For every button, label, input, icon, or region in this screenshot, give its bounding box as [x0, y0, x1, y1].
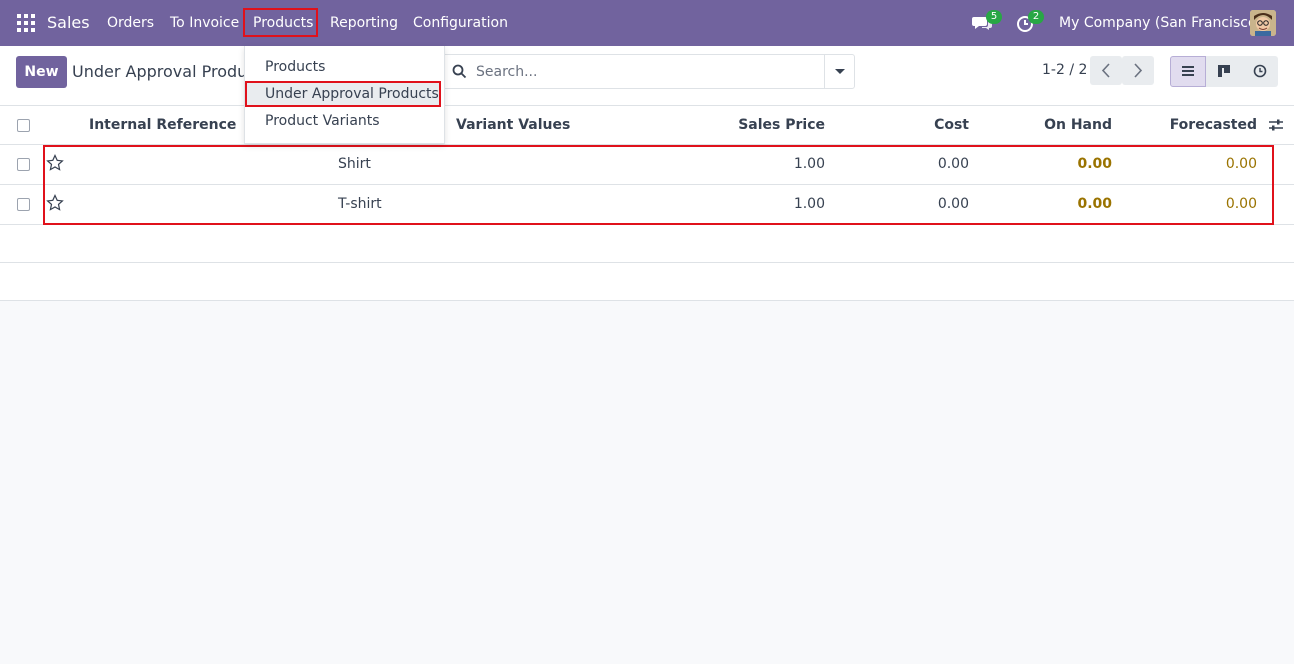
optional-columns-icon[interactable] — [1268, 118, 1284, 132]
menu-reporting[interactable]: Reporting — [330, 0, 398, 46]
pager-previous-button[interactable] — [1090, 56, 1122, 85]
row-checkbox[interactable] — [17, 198, 30, 211]
kanban-icon — [1218, 65, 1230, 77]
menu-orders[interactable]: Orders — [107, 0, 154, 46]
under-approval-highlight-box — [245, 81, 441, 107]
page-title: Under Approval Products — [72, 62, 250, 81]
search-input[interactable]: Search... — [476, 64, 537, 80]
menu-configuration[interactable]: Configuration — [413, 0, 508, 46]
company-switcher[interactable]: My Company (San Francisco) — [1059, 0, 1262, 46]
activity-view-button[interactable] — [1242, 56, 1278, 87]
select-all-checkbox[interactable] — [17, 119, 30, 132]
menu-to-invoice[interactable]: To Invoice — [170, 0, 239, 46]
dropdown-item-product-variants[interactable]: Product Variants — [265, 113, 380, 129]
pager-value[interactable]: 1-2 / 2 — [1042, 62, 1087, 78]
column-internal-reference[interactable]: Internal Reference — [89, 117, 236, 133]
column-forecasted[interactable]: Forecasted — [1170, 117, 1257, 133]
messages-badge: 5 — [986, 10, 1002, 24]
empty-row — [0, 225, 1294, 263]
top-navbar: Sales Orders To Invoice Products Reporti… — [0, 0, 1294, 46]
column-sales-price[interactable]: Sales Price — [738, 117, 825, 133]
products-menu-highlight — [243, 8, 318, 37]
search-options-toggle[interactable] — [824, 55, 854, 88]
row-checkbox[interactable] — [17, 158, 30, 171]
clock-icon — [1253, 64, 1267, 78]
list-view-button[interactable] — [1170, 56, 1206, 87]
search-icon — [452, 64, 467, 79]
user-avatar[interactable] — [1250, 10, 1276, 36]
list-header: Internal Reference Variant Values Sales … — [0, 106, 1294, 145]
column-on-hand[interactable]: On Hand — [1044, 117, 1112, 133]
column-cost[interactable]: Cost — [934, 117, 969, 133]
chevron-right-icon — [1134, 63, 1143, 78]
search-box[interactable]: Search... — [440, 54, 855, 89]
list-icon — [1182, 66, 1194, 76]
pager-next-button[interactable] — [1122, 56, 1154, 85]
column-variant-values[interactable]: Variant Values — [456, 117, 570, 133]
app-menu-icon[interactable] — [17, 14, 35, 32]
control-panel: New Under Approval Products Search... 1-… — [0, 46, 1294, 106]
dropdown-item-products[interactable]: Products — [265, 59, 325, 75]
app-name[interactable]: Sales — [47, 0, 90, 46]
caret-down-icon — [835, 69, 845, 74]
empty-row — [0, 263, 1294, 301]
chevron-left-icon — [1101, 63, 1110, 78]
kanban-view-button[interactable] — [1206, 56, 1242, 87]
rows-highlight-box — [43, 145, 1274, 225]
new-button[interactable]: New — [16, 56, 67, 88]
activities-badge: 2 — [1028, 10, 1044, 24]
